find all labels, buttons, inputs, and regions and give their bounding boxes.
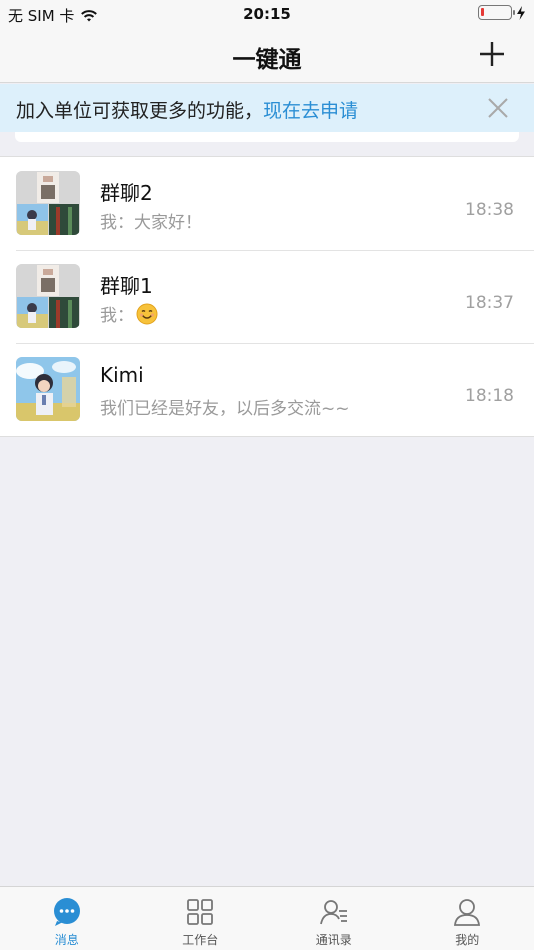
close-icon[interactable] [486,96,510,120]
banner-card-edge [15,132,519,142]
grid-icon [187,899,214,925]
chat-preview: 我：大家好！ [100,208,202,233]
chat-preview: 我们已经是好友，以后多交流~~ [100,394,350,419]
tab-contacts[interactable]: 通讯录 [267,887,401,950]
banner-message: 加入单位可获取更多的功能， [16,100,264,122]
tab-profile[interactable]: 我的 [401,887,534,950]
chat-time: 18:38 [465,200,514,220]
group-avatar [16,171,80,235]
tab-bar: 消息 工作台 通讯录 我的 [0,886,534,950]
status-bar: 无 SIM 卡 20:15 [0,0,534,28]
smile-emoji-icon [136,303,158,324]
page-title: 一键通 [232,47,302,73]
battery-icon [478,5,515,20]
chat-row-kimi[interactable]: Kimi 我们已经是好友，以后多交流~~ 18:18 [0,343,534,436]
chat-preview: 我： [100,301,158,326]
tab-messages[interactable]: 消息 [0,887,134,950]
charging-icon [517,5,525,20]
join-unit-banner: 加入单位可获取更多的功能，现在去申请 [0,84,534,132]
contacts-icon [319,900,347,925]
tab-label: 通讯录 [315,933,352,947]
chat-name: 群聊1 [100,274,153,298]
chat-name: Kimi [100,363,144,387]
user-avatar [16,357,80,421]
tab-label: 消息 [54,933,79,947]
chat-row-group2[interactable]: 群聊2 我：大家好！ 18:38 [0,157,534,250]
apply-now-link[interactable]: 现在去申请 [263,100,358,122]
status-time: 20:15 [243,5,291,23]
chat-row-group1[interactable]: 群聊1 我： 18:37 [0,250,534,343]
tab-label: 我的 [455,933,480,947]
nav-bar: 一键通 [0,28,534,83]
tab-label: 工作台 [182,933,219,947]
chat-time: 18:18 [465,386,514,406]
chat-name: 群聊2 [100,181,153,205]
group-avatar [16,264,80,328]
plus-icon[interactable] [478,40,506,68]
preview-text: 我：大家好！ [100,213,202,233]
battery-area [478,5,526,20]
chat-list: 群聊2 我：大家好！ 18:38 群聊1 我： 18:37 Kimi 我们已经是… [0,156,534,437]
tab-workbench[interactable]: 工作台 [134,887,268,950]
profile-icon [454,899,481,926]
chat-time: 18:37 [465,293,514,313]
preview-text: 我： [100,306,134,326]
preview-text: 我们已经是好友，以后多交流~~ [100,399,350,419]
banner-text: 加入单位可获取更多的功能，现在去申请 [16,96,358,123]
message-icon [53,898,80,926]
battery-level [481,8,484,16]
